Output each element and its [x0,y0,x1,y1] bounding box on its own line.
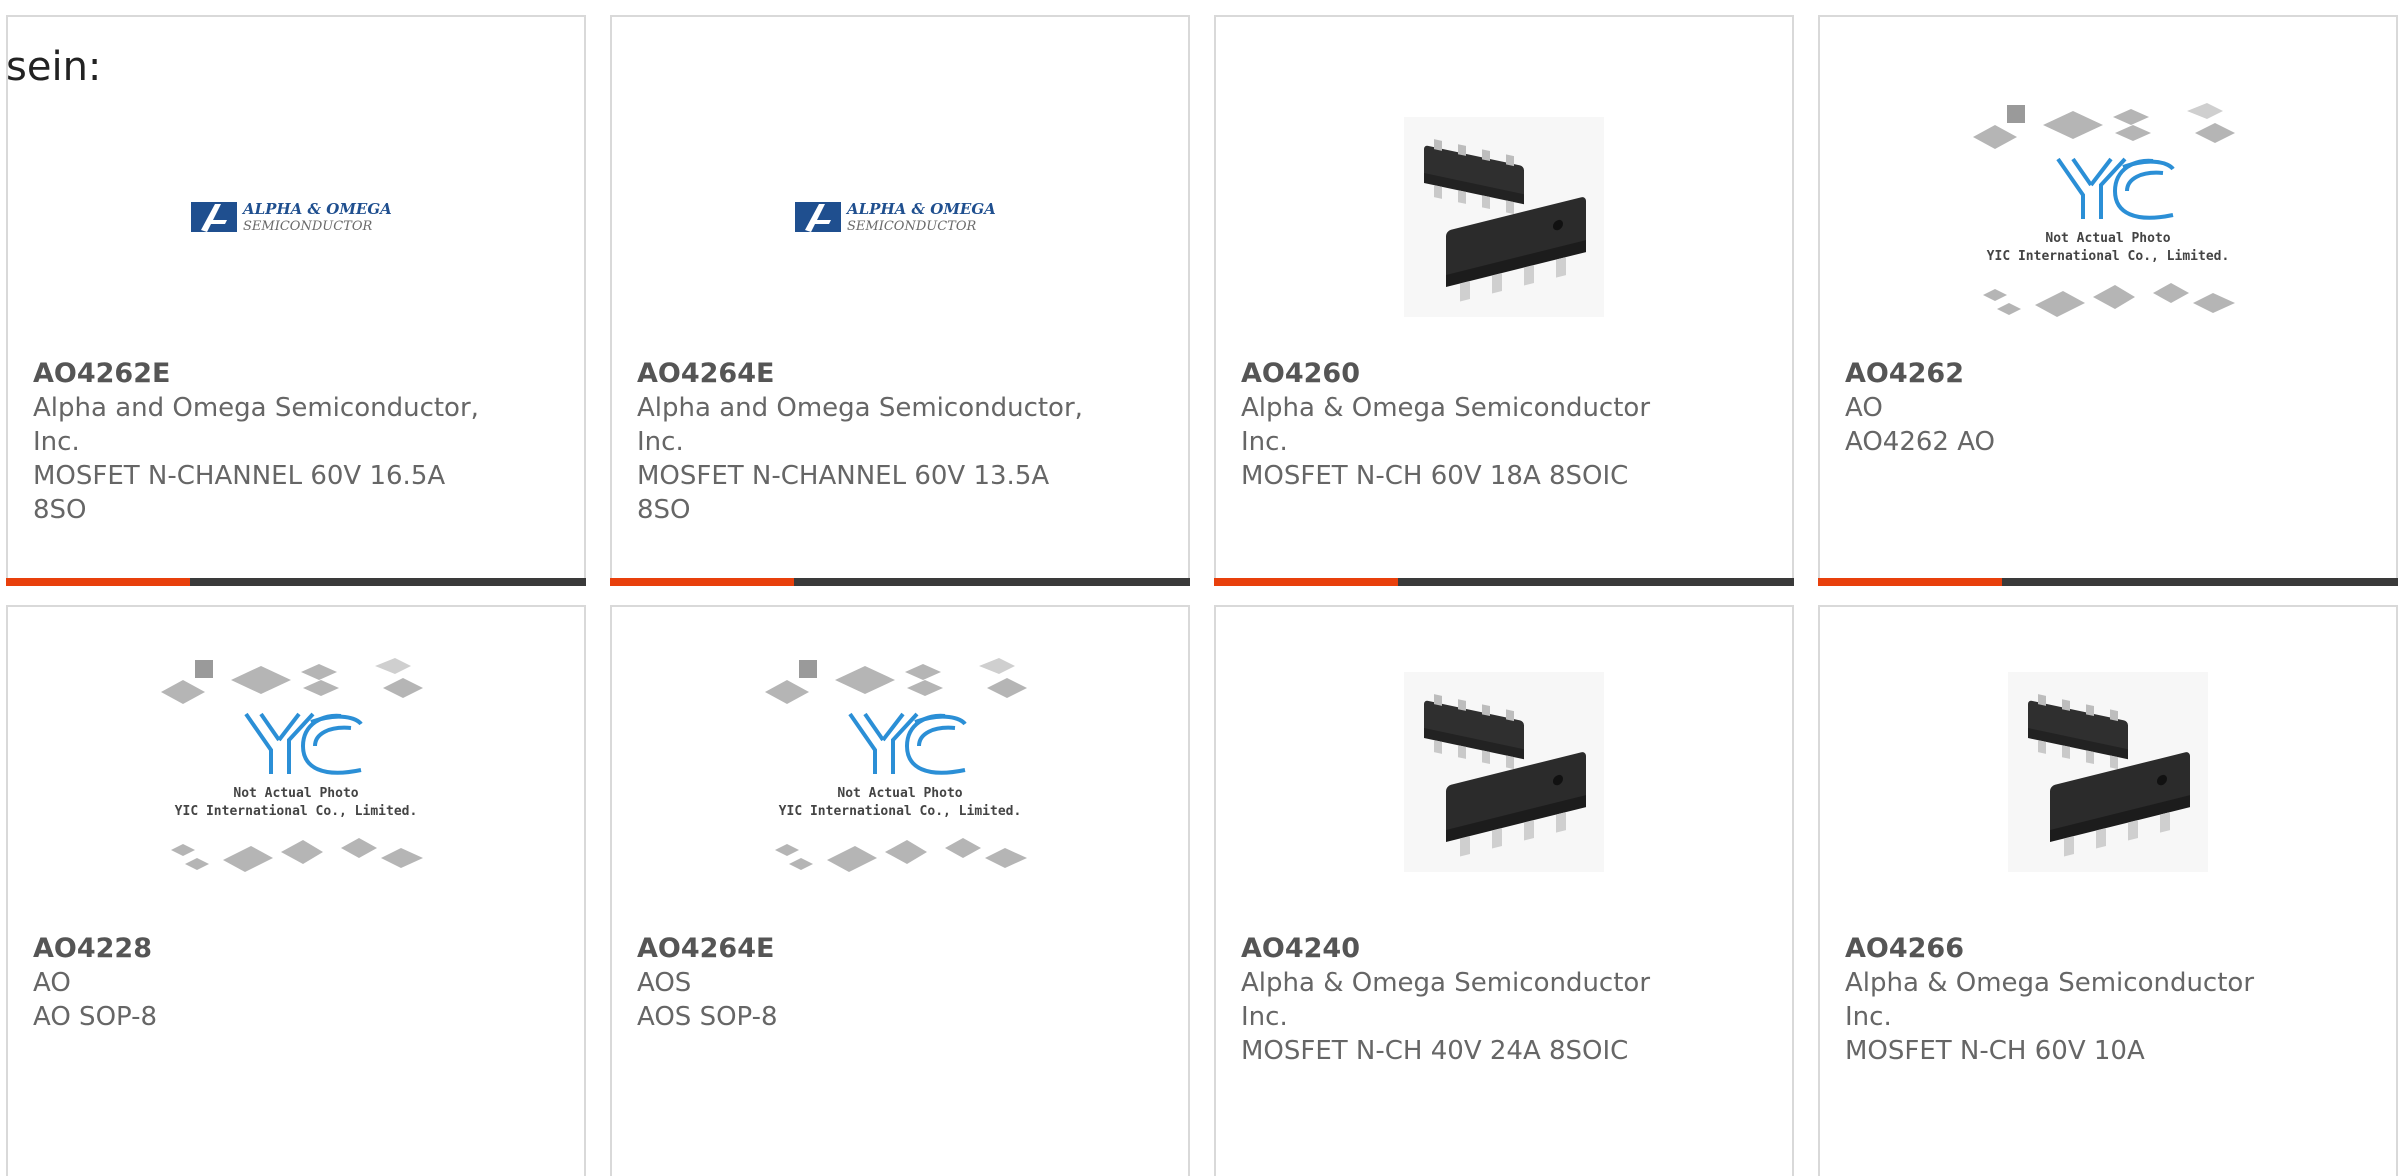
product-grid: ALPHA & OMEGA SEMICONDUCTOR AO4262E Alph… [6,15,2400,1176]
manufacturer: Alpha & Omega Semiconductor Inc. [1845,968,2255,1032]
product-image[interactable] [1820,627,2396,917]
description: AO4262 AO [1845,427,1996,457]
description: MOSFET N-CHANNEL 60V 13.5A 8SO [637,461,1050,525]
manufacturer: Alpha and Omega Semiconductor, Inc. [637,393,1083,457]
product-card[interactable]: AO4240 Alpha & Omega Semiconductor Inc. … [1214,605,1794,1176]
card-accent-bar [1214,578,1794,586]
product-card[interactable]: Not Actual Photo YIC International Co., … [6,605,586,1176]
card-accent-bar [1818,578,2398,586]
product-image[interactable]: ALPHA & OMEGA SEMICONDUCTOR [612,72,1188,362]
alpha-omega-logo: ALPHA & OMEGA SEMICONDUCTOR [191,200,392,234]
description: MOSFET N-CH 60V 18A 8SOIC [1241,461,1629,491]
product-card[interactable]: ALPHA & OMEGA SEMICONDUCTOR AO4264E Alph… [610,15,1190,586]
part-number[interactable]: AO4266 [1845,932,2305,966]
svg-text:Not Actual Photo: Not Actual Photo [2045,231,2170,246]
part-number[interactable]: AO4262E [33,357,493,391]
svg-text:ALPHA & OMEGA: ALPHA & OMEGA [241,200,392,218]
soic-chip-photo [1404,672,1604,872]
product-card[interactable]: Not Actual Photo YIC International Co., … [1818,15,2398,586]
description: MOSFET N-CH 60V 10A [1845,1036,2145,1066]
manufacturer: Alpha and Omega Semiconductor, Inc. [33,393,479,457]
svg-text:YIC International Co., Limited: YIC International Co., Limited. [175,804,418,819]
product-image[interactable] [1216,627,1792,917]
svg-text:YIC International Co., Limited: YIC International Co., Limited. [779,804,1022,819]
manufacturer: Alpha & Omega Semiconductor Inc. [1241,968,1651,1032]
product-card[interactable]: Not Actual Photo YIC International Co., … [610,605,1190,1176]
svg-text:SEMICONDUCTOR: SEMICONDUCTOR [243,219,372,234]
manufacturer: AOS [637,968,692,998]
svg-text:Not Actual Photo: Not Actual Photo [837,786,962,801]
part-number[interactable]: AO4262 [1845,357,2305,391]
soic-chip-photo [1404,117,1604,317]
part-number[interactable]: AO4264E [637,932,1097,966]
product-image[interactable] [1216,72,1792,362]
product-image[interactable]: Not Actual Photo YIC International Co., … [612,627,1188,917]
part-number[interactable]: AO4228 [33,932,493,966]
svg-text:SEMICONDUCTOR: SEMICONDUCTOR [847,219,976,234]
yic-placeholder-image: Not Actual Photo YIC International Co., … [765,658,1027,872]
svg-text:YIC International Co., Limited: YIC International Co., Limited. [1987,249,2230,264]
part-number[interactable]: AO4240 [1241,932,1701,966]
part-number[interactable]: AO4264E [637,357,1097,391]
product-card[interactable]: ALPHA & OMEGA SEMICONDUCTOR AO4262E Alph… [6,15,586,586]
manufacturer: Alpha & Omega Semiconductor Inc. [1241,393,1651,457]
soic-chip-photo [2008,672,2208,872]
description: MOSFET N-CHANNEL 60V 16.5A 8SO [33,461,446,525]
intro-text: sein: [6,44,102,90]
yic-placeholder-image: Not Actual Photo YIC International Co., … [1973,103,2235,317]
product-card[interactable]: AO4266 Alpha & Omega Semiconductor Inc. … [1818,605,2398,1176]
product-image[interactable]: Not Actual Photo YIC International Co., … [8,627,584,917]
manufacturer: AO [33,968,71,998]
card-accent-bar [610,578,1190,586]
product-image[interactable]: Not Actual Photo YIC International Co., … [1820,72,2396,362]
yic-placeholder-image: Not Actual Photo YIC International Co., … [161,658,423,872]
product-image[interactable]: ALPHA & OMEGA SEMICONDUCTOR [8,72,584,362]
description: MOSFET N-CH 40V 24A 8SOIC [1241,1036,1629,1066]
description: AO SOP-8 [33,1002,158,1032]
card-accent-bar [6,578,586,586]
svg-text:Not Actual Photo: Not Actual Photo [233,786,358,801]
part-number[interactable]: AO4260 [1241,357,1701,391]
product-card[interactable]: AO4260 Alpha & Omega Semiconductor Inc. … [1214,15,1794,586]
alpha-omega-logo: ALPHA & OMEGA SEMICONDUCTOR [795,200,996,234]
description: AOS SOP-8 [637,1002,778,1032]
manufacturer: AO [1845,393,1883,423]
svg-text:ALPHA & OMEGA: ALPHA & OMEGA [845,200,996,218]
